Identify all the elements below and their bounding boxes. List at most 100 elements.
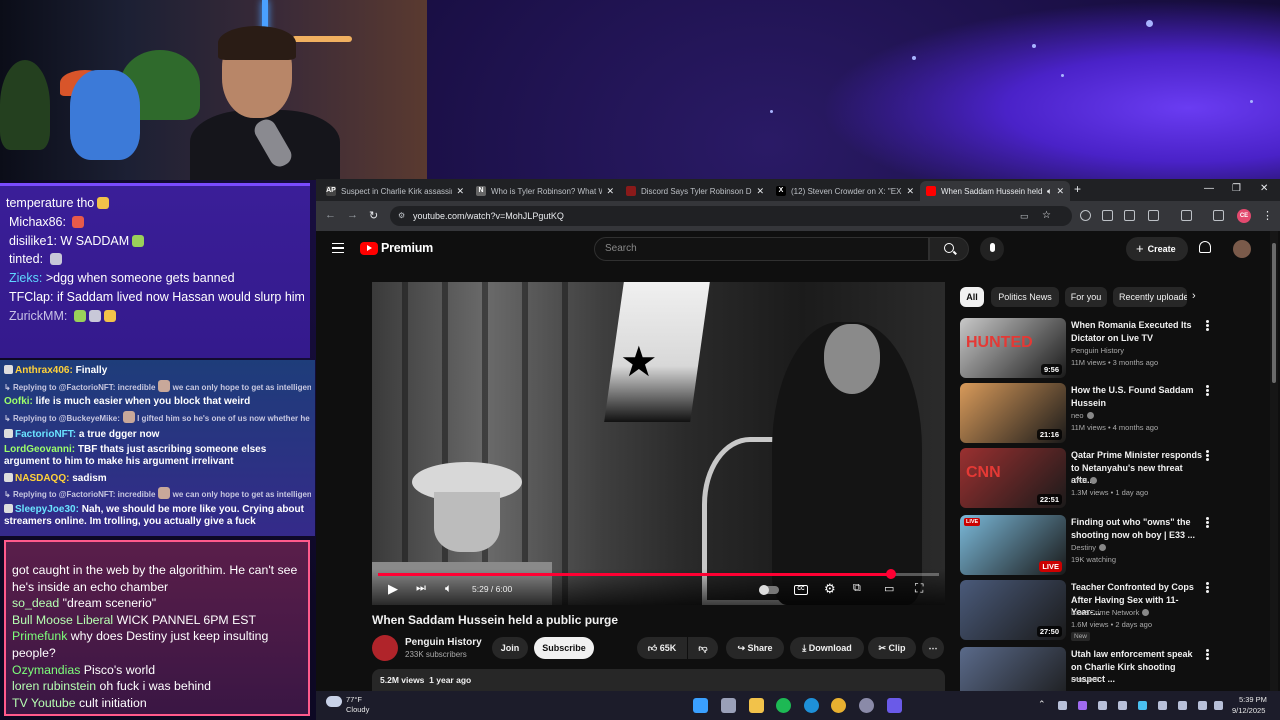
recommended-video[interactable]: LIVE LIVE Finding out who "owns" the shoot… [960, 515, 1220, 575]
extension-icon[interactable] [1102, 210, 1113, 221]
install-icon[interactable]: ▭ [1020, 206, 1029, 226]
recommended-video[interactable]: 27:50 Teacher Confronted by Cops After Ha… [960, 580, 1220, 641]
more-options-icon[interactable] [1206, 582, 1209, 593]
media-icon[interactable] [1213, 210, 1224, 221]
volume-icon[interactable]: 🔈︎ [445, 581, 452, 596]
channel-name[interactable]: Destiny [1071, 543, 1096, 552]
more-options-icon[interactable] [1206, 517, 1209, 528]
video-title[interactable]: When Romania Executed Its Dictator on Li… [1071, 319, 1203, 344]
tray-icon[interactable] [1118, 701, 1127, 710]
tray-chevron-icon[interactable]: ⌃ [1038, 699, 1046, 710]
description-box[interactable]: 5.2M views 1 year ago [372, 669, 945, 691]
dislike-button[interactable]: 👎︎ [688, 637, 718, 659]
video-thumbnail[interactable] [960, 647, 1066, 691]
video-thumbnail[interactable]: 27:50 [960, 580, 1066, 640]
channel-name[interactable]: Penguin History [405, 637, 482, 648]
scrubber-handle[interactable] [885, 569, 896, 579]
sidepanel-icon[interactable] [1181, 210, 1192, 221]
task-view-icon[interactable] [721, 698, 736, 713]
extension-icon[interactable] [1124, 210, 1135, 221]
tab-active[interactable]: When Saddam Hussein held 🔈︎ ✕ [920, 181, 1070, 201]
filter-chip[interactable]: Recently uploaded [1113, 287, 1187, 307]
search-input[interactable]: Search [594, 237, 929, 261]
edge-icon[interactable] [804, 698, 819, 713]
chrome-icon[interactable] [831, 698, 846, 713]
browser-tab[interactable]: AP Suspect in Charlie Kirk assassina ✕ [320, 181, 470, 201]
url-field[interactable]: ⚙ youtube.com/watch?v=MohJLPgutKQ ▭ ☆ [390, 206, 1072, 226]
youtube-premium-logo[interactable]: Premium [360, 241, 433, 255]
join-button[interactable]: Join [492, 637, 528, 659]
volume-tray-icon[interactable] [1214, 701, 1223, 710]
filter-chip[interactable]: All [960, 287, 984, 307]
channel-name[interactable]: Denver7 [1071, 675, 1099, 684]
cloud-icon[interactable] [326, 696, 342, 707]
channel-avatar[interactable] [372, 635, 398, 661]
more-options-icon[interactable] [1206, 649, 1209, 660]
forward-icon[interactable]: → [347, 209, 358, 221]
tray-icon[interactable] [1178, 701, 1187, 710]
notifications-bell-icon[interactable] [1199, 241, 1211, 253]
weather-temperature[interactable]: 77°F [346, 695, 362, 704]
recommended-video[interactable]: HUNTED 9:56 When Romania Executed Its Dict… [960, 318, 1220, 378]
close-window-button[interactable]: ✕ [1260, 183, 1268, 194]
download-button[interactable]: ⤓ Download [790, 637, 864, 659]
bookmark-icon[interactable]: ☆ [1042, 206, 1051, 226]
tray-icon[interactable] [1078, 701, 1087, 710]
video-thumbnail[interactable]: HUNTED 9:56 [960, 318, 1066, 378]
extensions-puzzle-icon[interactable] [1148, 210, 1159, 221]
extension-icon[interactable] [1080, 210, 1091, 221]
next-icon[interactable]: ⏭ [416, 582, 426, 595]
like-button[interactable]: 👍︎ 65K [637, 637, 687, 659]
network-icon[interactable] [1198, 701, 1207, 710]
play-icon[interactable]: ▶ [388, 581, 398, 597]
microphone-icon[interactable] [980, 237, 1004, 261]
app-icon[interactable] [859, 698, 874, 713]
recommended-video[interactable]: 21:16 How the U.S. Found Saddam Hussein ne… [960, 383, 1220, 443]
theater-mode-icon[interactable]: ▭ [884, 582, 894, 595]
browser-tab[interactable]: X (12) Steven Crowder on X: "EXC ✕ [770, 181, 920, 201]
app-icon[interactable] [887, 698, 902, 713]
tray-icon[interactable] [1138, 701, 1147, 710]
new-tab-button[interactable]: + [1074, 182, 1081, 196]
tab-close-icon[interactable]: ✕ [756, 186, 764, 197]
recommended-video[interactable]: Utah law enforcement speak on Charlie Ki… [960, 647, 1220, 691]
scrollbar-thumb[interactable] [1272, 243, 1276, 383]
hamburger-menu-icon[interactable] [332, 243, 344, 253]
channel-name[interactable]: CNN [1071, 476, 1087, 485]
channel-name[interactable]: Penguin History [1071, 346, 1124, 355]
tab-close-icon[interactable]: ✕ [456, 186, 464, 197]
browser-menu-icon[interactable]: ⋮ [1262, 209, 1273, 222]
browser-tab[interactable]: Discord Says Tyler Robinson Dis ✕ [620, 181, 770, 201]
video-thumbnail[interactable]: 21:16 [960, 383, 1066, 443]
fullscreen-icon[interactable]: ⛶ [915, 581, 923, 596]
clock-date[interactable]: 9/12/2025 [1232, 706, 1265, 715]
chevron-right-icon[interactable]: › [1192, 290, 1196, 302]
back-icon[interactable]: ← [325, 209, 336, 221]
share-button[interactable]: ↪ Share [726, 637, 784, 659]
windows-start-icon[interactable] [693, 698, 708, 713]
channel-name[interactable]: Law&Crime Network [1071, 608, 1139, 617]
file-explorer-icon[interactable] [749, 698, 764, 713]
tab-close-icon[interactable]: ✕ [906, 186, 914, 197]
create-button[interactable]: + Create [1126, 237, 1188, 261]
tray-icon[interactable] [1058, 701, 1067, 710]
audio-icon[interactable]: 🔈︎ [1047, 186, 1052, 197]
progress-bar[interactable] [378, 569, 939, 579]
filter-chip[interactable]: For you [1065, 287, 1107, 307]
miniplayer-icon[interactable]: ⧉ [853, 582, 861, 595]
clip-button[interactable]: ✂ Clip [868, 637, 916, 659]
site-info-icon[interactable]: ⚙ [398, 206, 405, 226]
filter-chip[interactable]: Politics News [991, 287, 1059, 307]
reload-icon[interactable]: ↻ [369, 209, 378, 222]
user-avatar[interactable] [1233, 240, 1251, 258]
video-player[interactable]: ★ ▶ ⏭ 🔈︎ 5:29 / 6:00 CC ⚙ ⧉ ▭ ⛶ [372, 282, 945, 605]
page-scrollbar[interactable] [1270, 231, 1278, 691]
recommended-video[interactable]: CNN 22:51 Qatar Prime Minister responds to… [960, 448, 1220, 508]
minimize-button[interactable]: — [1204, 183, 1214, 194]
clock-time[interactable]: 5:39 PM [1239, 695, 1267, 704]
tray-icon[interactable] [1158, 701, 1167, 710]
video-thumbnail[interactable]: CNN 22:51 [960, 448, 1066, 508]
captions-icon[interactable]: CC [794, 585, 808, 595]
video-title[interactable]: How the U.S. Found Saddam Hussein [1071, 384, 1203, 409]
channel-name[interactable]: neo [1071, 411, 1084, 420]
